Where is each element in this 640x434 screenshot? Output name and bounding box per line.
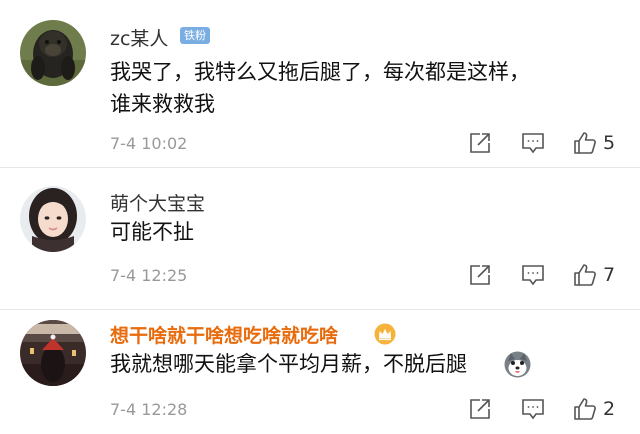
like-count: 5 [603,132,616,154]
username[interactable]: 想干啥就干啥想吃啥就吃啥 [110,321,338,348]
comment-icon[interactable] [521,131,545,155]
timestamp: 7-4 12:28 [110,400,188,419]
like-count: 2 [603,398,616,420]
share-icon[interactable] [468,397,492,421]
thumbs-up-icon[interactable] [573,397,597,421]
thumbs-up-icon[interactable] [573,263,597,287]
thumbs-up-icon[interactable] [573,131,597,155]
timestamp: 7-4 10:02 [110,134,188,153]
fan-badge: 铁粉 [180,27,210,44]
share-icon[interactable] [468,263,492,287]
comment-text: 我就想哪天能拿个平均月薪，不脱后腿 [110,352,467,376]
comment-item: 萌个大宝宝 可能不扯 7-4 12:25 7 [0,168,640,310]
comment-icon[interactable] [521,263,545,287]
avatar[interactable] [20,320,86,386]
share-icon[interactable] [468,131,492,155]
comment-item: zc某人 铁粉 我哭了，我特么又拖后腿了，每次都是这样，谁来救救我 7-4 10… [0,0,640,168]
username[interactable]: 萌个大宝宝 [110,189,205,216]
gorilla-avatar-icon [20,20,86,86]
comment-list: zc某人 铁粉 我哭了，我特么又拖后腿了，每次都是这样，谁来救救我 7-4 10… [0,0,640,434]
girl-avatar-icon [20,186,86,252]
comment-text: 可能不扯 [110,220,194,244]
husky-emoji-icon [504,351,531,378]
like-count: 7 [603,264,616,286]
username[interactable]: zc某人 [110,24,168,51]
night-scene-avatar-icon [20,320,86,386]
avatar[interactable] [20,186,86,252]
comment-item: 想干啥就干啥想吃啥就吃啥 我就想哪天能拿个平均月薪，不脱后腿 7-4 12:28 [0,310,640,434]
crown-icon [374,323,396,345]
timestamp: 7-4 12:25 [110,266,188,285]
comment-text: 我哭了，我特么又拖后腿了，每次都是这样，谁来救救我 [110,60,530,116]
comment-icon[interactable] [521,397,545,421]
avatar[interactable] [20,20,86,86]
